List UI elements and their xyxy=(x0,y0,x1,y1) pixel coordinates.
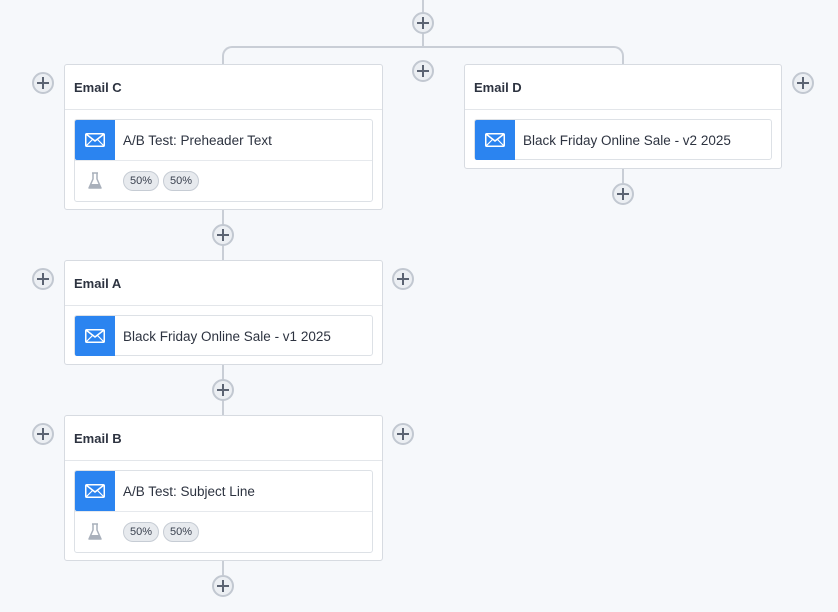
flask-icon xyxy=(75,523,115,541)
envelope-icon xyxy=(75,316,115,356)
ab-test-message: A/B Test: Subject Line 50% 50% xyxy=(74,470,373,553)
variant-split-badge[interactable]: 50% xyxy=(123,171,160,191)
envelope-icon xyxy=(75,471,115,511)
email-node-card: Email D Black Friday Online Sale - v2 20… xyxy=(464,64,782,169)
add-step-plus-icon[interactable] xyxy=(612,183,634,205)
email-node-card: Email C A/B Test: Preheader Text 50% 50% xyxy=(64,64,383,210)
message-row[interactable]: A/B Test: Preheader Text xyxy=(75,120,372,160)
envelope-icon xyxy=(75,120,115,160)
variant-split-badge[interactable]: 50% xyxy=(163,171,200,191)
add-right-plus-icon[interactable] xyxy=(392,423,414,445)
add-right-plus-icon[interactable] xyxy=(792,72,814,94)
email-node-card: Email B A/B Test: Subject Line 50% 50% xyxy=(64,415,383,561)
add-step-plus-icon[interactable] xyxy=(212,575,234,597)
connector-b-bottom xyxy=(222,560,224,575)
connector-d-bottom xyxy=(622,168,624,183)
add-left-plus-icon[interactable] xyxy=(32,268,54,290)
add-step-plus-icon[interactable] xyxy=(212,224,234,246)
add-left-plus-icon[interactable] xyxy=(32,423,54,445)
message-row[interactable]: A/B Test: Subject Line xyxy=(75,471,372,511)
add-step-plus-icon[interactable] xyxy=(212,379,234,401)
message-row[interactable]: Black Friday Online Sale - v1 2025 xyxy=(75,316,372,356)
ab-variants-row: 50% 50% xyxy=(75,511,372,552)
envelope-icon xyxy=(475,120,515,160)
variant-split-badge[interactable]: 50% xyxy=(123,522,160,542)
email-node-card: Email A Black Friday Online Sale - v1 20… xyxy=(64,260,383,365)
message-title: A/B Test: Preheader Text xyxy=(123,132,272,148)
message-title: Black Friday Online Sale - v2 2025 xyxy=(523,132,731,148)
flask-icon xyxy=(75,172,115,190)
message-title: A/B Test: Subject Line xyxy=(123,483,255,499)
email-node-title[interactable]: Email A xyxy=(65,261,382,306)
message-row[interactable]: Black Friday Online Sale - v2 2025 xyxy=(475,120,771,160)
add-right-plus-icon[interactable] xyxy=(392,268,414,290)
email-message: Black Friday Online Sale - v1 2025 xyxy=(74,315,373,356)
email-message: Black Friday Online Sale - v2 2025 xyxy=(474,119,772,160)
email-node-title[interactable]: Email D xyxy=(465,65,781,110)
email-node-title[interactable]: Email B xyxy=(65,416,382,461)
ab-variants-row: 50% 50% xyxy=(75,160,372,201)
add-left-plus-icon[interactable] xyxy=(32,72,54,94)
message-title: Black Friday Online Sale - v1 2025 xyxy=(123,328,331,344)
add-branch-plus-icon[interactable] xyxy=(412,60,434,82)
email-node-title[interactable]: Email C xyxy=(65,65,382,110)
ab-test-message: A/B Test: Preheader Text 50% 50% xyxy=(74,119,373,202)
add-step-plus-icon[interactable] xyxy=(412,12,434,34)
variant-split-badge[interactable]: 50% xyxy=(163,522,200,542)
